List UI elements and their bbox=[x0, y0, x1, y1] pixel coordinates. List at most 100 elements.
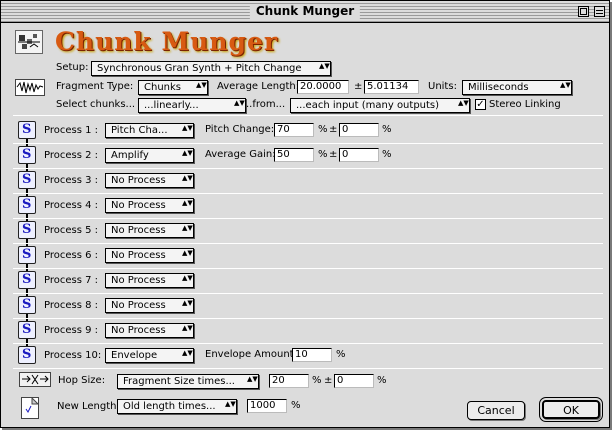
process-4-value: No Process bbox=[111, 200, 166, 211]
select-chunks-source-value: ...each input (many outputs) bbox=[296, 100, 440, 111]
hop-size-variance-field[interactable]: 0 bbox=[334, 374, 374, 388]
hop-size-variance-unit: % bbox=[377, 375, 387, 386]
process-1-param-field[interactable]: 70 bbox=[274, 123, 314, 137]
process-2-variance-field[interactable]: 0 bbox=[339, 148, 379, 162]
process-label: Process 5 : bbox=[44, 225, 99, 236]
process-label: Process 2 : bbox=[44, 150, 99, 161]
select-chunks-mode-value: ...linearly... bbox=[144, 100, 199, 111]
process-1-variance-field[interactable]: 0 bbox=[339, 123, 379, 137]
popup-arrows-icon: ▲▼ bbox=[196, 81, 207, 89]
process-s-glyph: S bbox=[22, 297, 32, 312]
divider bbox=[13, 168, 603, 169]
setup-label: Setup: bbox=[56, 62, 89, 73]
units-label: Units: bbox=[428, 81, 457, 92]
stereo-linking-checkbox[interactable]: ✓ bbox=[475, 99, 486, 110]
process-s-icon: S bbox=[18, 296, 36, 314]
select-chunks-mode-popup[interactable]: ...linearly... ▲▼ bbox=[138, 98, 246, 113]
process-1-param-label: Pitch Change: bbox=[205, 124, 275, 135]
popup-arrows-icon: ▲▼ bbox=[319, 62, 330, 70]
process-3-popup[interactable]: No Process ▲▼ bbox=[105, 173, 194, 188]
process-label: Process 8 : bbox=[44, 300, 99, 311]
divider bbox=[13, 293, 603, 294]
process-10-param-field[interactable]: 10 bbox=[292, 348, 332, 362]
new-length-field[interactable]: 1000 bbox=[247, 399, 287, 413]
process-s-icon: S bbox=[18, 171, 36, 189]
popup-arrows-icon: ▲▼ bbox=[182, 299, 193, 307]
process-2-param-field[interactable]: 50 bbox=[274, 148, 314, 162]
process-1-popup[interactable]: Pitch Cha... ▲▼ bbox=[105, 123, 194, 138]
plusminus-label: ± bbox=[324, 375, 333, 386]
process-2-variance-unit: % bbox=[382, 149, 392, 160]
fragment-type-label: Fragment Type: bbox=[56, 81, 134, 92]
divider bbox=[13, 143, 603, 144]
process-4-popup[interactable]: No Process ▲▼ bbox=[105, 198, 194, 213]
process-s-icon: S bbox=[18, 346, 36, 364]
average-length-field[interactable]: 20.0000 bbox=[297, 80, 349, 94]
process-5-value: No Process bbox=[111, 225, 166, 236]
process-s-icon: S bbox=[18, 271, 36, 289]
hop-size-field[interactable]: 20 bbox=[269, 374, 309, 388]
process-label: Process 7 : bbox=[44, 275, 99, 286]
ok-button[interactable]: OK bbox=[539, 397, 603, 422]
cancel-button[interactable]: Cancel bbox=[467, 401, 525, 420]
divider bbox=[13, 218, 603, 219]
process-1-param-unit: % bbox=[318, 124, 328, 135]
process-2-param-unit: % bbox=[318, 149, 328, 160]
popup-arrows-icon: ▲▼ bbox=[182, 174, 193, 182]
process-s-glyph: S bbox=[22, 147, 32, 162]
process-s-glyph: S bbox=[22, 172, 32, 187]
popup-arrows-icon: ▲▼ bbox=[234, 99, 245, 107]
process-10-popup[interactable]: Envelope ▲▼ bbox=[105, 348, 194, 363]
divider bbox=[13, 343, 603, 344]
process-label: Process 4 : bbox=[44, 200, 99, 211]
process-6-popup[interactable]: No Process ▲▼ bbox=[105, 248, 194, 263]
units-value: Milliseconds bbox=[468, 82, 529, 93]
select-chunks-label: Select chunks... bbox=[56, 99, 136, 110]
hop-size-label: Hop Size: bbox=[58, 375, 106, 386]
process-label: Process 1 : bbox=[44, 125, 99, 136]
chunk-munger-logo-icon bbox=[15, 30, 43, 54]
process-s-icon: S bbox=[18, 196, 36, 214]
process-label: Process 10: bbox=[44, 350, 102, 361]
process-10-param-unit: % bbox=[336, 349, 346, 360]
title-bar[interactable]: Chunk Munger bbox=[1, 1, 609, 23]
process-s-icon: S bbox=[18, 121, 36, 139]
new-length-popup[interactable]: Old length times... ▲▼ bbox=[117, 399, 237, 414]
hop-size-unit: % bbox=[312, 375, 322, 386]
divider bbox=[13, 268, 603, 269]
popup-arrows-icon: ▲▼ bbox=[458, 99, 469, 107]
plusminus-label: ± bbox=[329, 124, 338, 135]
units-popup[interactable]: Milliseconds ▲▼ bbox=[462, 80, 572, 95]
process-5-popup[interactable]: No Process ▲▼ bbox=[105, 223, 194, 238]
process-2-popup[interactable]: Amplify ▲▼ bbox=[105, 148, 194, 163]
process-6-value: No Process bbox=[111, 250, 166, 261]
fragment-type-popup[interactable]: Chunks ▲▼ bbox=[138, 80, 208, 95]
process-7-popup[interactable]: No Process ▲▼ bbox=[105, 273, 194, 288]
process-9-popup[interactable]: No Process ▲▼ bbox=[105, 323, 194, 338]
process-label: Process 6 : bbox=[44, 250, 99, 261]
hop-size-mode-value: Fragment Size times... bbox=[123, 376, 235, 387]
popup-arrows-icon: ▲▼ bbox=[182, 124, 193, 132]
plusminus-label: ± bbox=[329, 149, 338, 160]
process-s-glyph: S bbox=[22, 272, 32, 287]
divider bbox=[13, 193, 603, 194]
average-length-variance-field[interactable]: 5.01134 bbox=[364, 80, 419, 94]
from-label: ..from... bbox=[246, 99, 286, 110]
process-8-popup[interactable]: No Process ▲▼ bbox=[105, 298, 194, 313]
zoom-box-icon[interactable] bbox=[578, 6, 589, 17]
process-10-param-label: Envelope Amount: bbox=[205, 349, 297, 360]
stereo-linking-label: Stereo Linking bbox=[489, 99, 561, 110]
new-length-label: New Length: bbox=[57, 401, 120, 412]
process-2-param-label: Average Gain: bbox=[205, 149, 276, 160]
popup-arrows-icon: ▲▼ bbox=[182, 274, 193, 282]
process-3-value: No Process bbox=[111, 175, 166, 186]
select-chunks-source-popup[interactable]: ...each input (many outputs) ▲▼ bbox=[290, 98, 470, 113]
average-length-label: Average Length: bbox=[217, 81, 300, 92]
popup-arrows-icon: ▲▼ bbox=[182, 249, 193, 257]
chunk-munger-window: Chunk Munger Chunk Munger Setup: Synchro… bbox=[0, 0, 610, 428]
popup-arrows-icon: ▲▼ bbox=[182, 324, 193, 332]
hop-size-popup[interactable]: Fragment Size times... ▲▼ bbox=[117, 374, 259, 389]
window-title: Chunk Munger bbox=[249, 4, 361, 19]
setup-popup[interactable]: Synchronous Gran Synth + Pitch Change ▲▼ bbox=[91, 61, 331, 76]
collapse-box-icon[interactable] bbox=[594, 6, 605, 17]
